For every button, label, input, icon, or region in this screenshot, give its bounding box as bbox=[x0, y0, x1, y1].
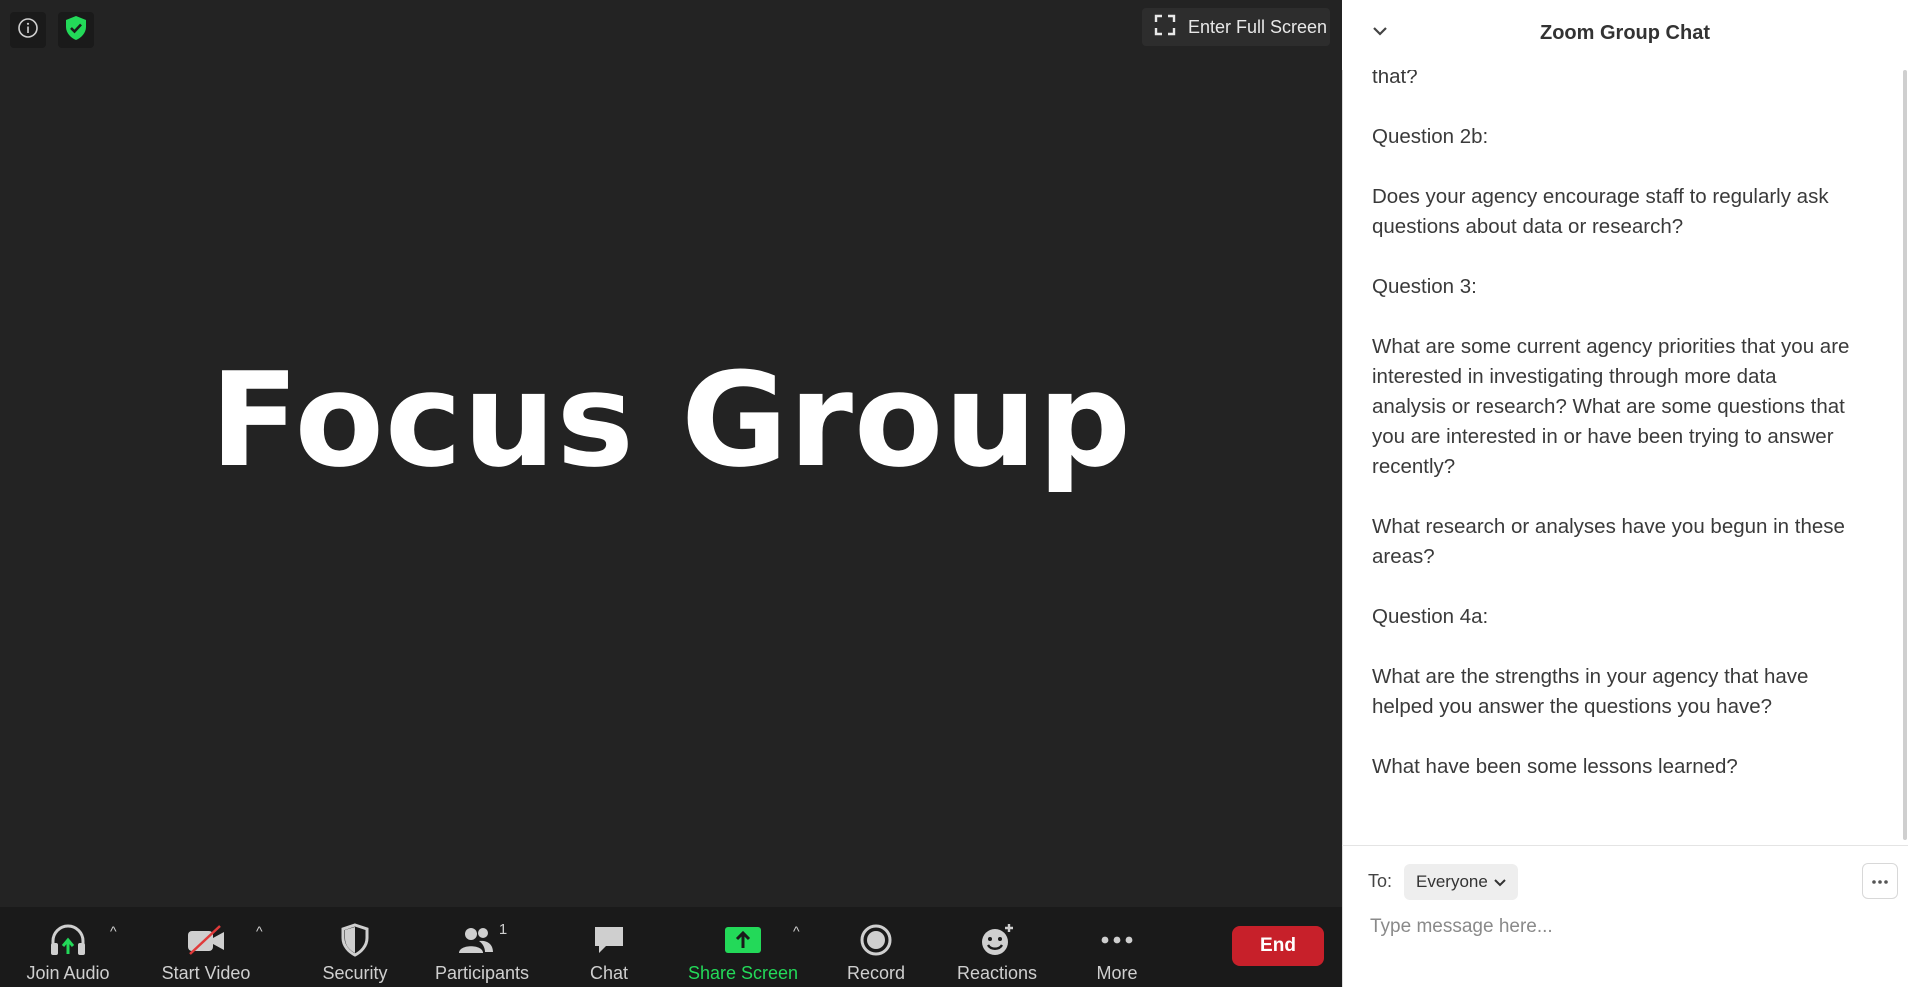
chat-more-options-button[interactable] bbox=[1862, 863, 1898, 899]
more-dots-icon bbox=[1100, 919, 1134, 961]
chat-message: Question 2b: bbox=[1372, 125, 1489, 148]
chat-bubble-icon bbox=[592, 919, 626, 961]
shared-content-title: Focus Group bbox=[210, 344, 1132, 496]
participants-label: Participants bbox=[434, 963, 530, 983]
reactions-button[interactable]: Reactions bbox=[952, 907, 1042, 987]
fullscreen-label: Enter Full Screen bbox=[1188, 16, 1328, 37]
video-options-caret-icon[interactable]: ^ bbox=[256, 923, 263, 939]
meeting-view: Enter Full Screen Focus Group bbox=[0, 0, 1342, 907]
participants-button[interactable]: 1 Participants bbox=[430, 907, 534, 987]
info-icon bbox=[17, 17, 39, 44]
chat-message: What research or analyses have you begun… bbox=[1372, 515, 1845, 568]
reactions-smiley-icon bbox=[979, 919, 1015, 961]
share-screen-label: Share Screen bbox=[687, 963, 799, 983]
record-icon bbox=[859, 919, 893, 961]
join-audio-button[interactable]: Join Audio bbox=[18, 907, 118, 987]
share-screen-button[interactable]: Share Screen bbox=[684, 907, 802, 987]
security-label: Security bbox=[322, 963, 388, 983]
chevron-down-icon bbox=[1494, 872, 1506, 892]
chat-messages: that? Question 2b: Does your agency enco… bbox=[1372, 62, 1852, 812]
join-audio-label: Join Audio bbox=[26, 963, 110, 983]
recipient-value: Everyone bbox=[1416, 872, 1488, 891]
start-video-button[interactable]: Start Video bbox=[156, 907, 256, 987]
chat-message: What have been some lessons learned? bbox=[1372, 755, 1738, 778]
chat-message: Does your agency encourage staff to regu… bbox=[1372, 185, 1829, 238]
fullscreen-icon bbox=[1154, 14, 1176, 41]
start-video-label: Start Video bbox=[161, 963, 251, 983]
chat-message-input[interactable] bbox=[1368, 910, 1882, 944]
record-button[interactable]: Record bbox=[840, 907, 912, 987]
chat-message: Question 4a: bbox=[1372, 605, 1489, 628]
record-label: Record bbox=[846, 963, 906, 983]
participants-icon: 1 bbox=[457, 919, 507, 961]
share-options-caret-icon[interactable]: ^ bbox=[793, 923, 800, 939]
security-shield-icon bbox=[340, 919, 370, 961]
ellipsis-icon bbox=[1871, 872, 1889, 890]
more-button[interactable]: More bbox=[1080, 907, 1154, 987]
enter-full-screen-button[interactable]: Enter Full Screen bbox=[1142, 8, 1330, 46]
chat-header: Zoom Group Chat bbox=[1342, 0, 1908, 60]
chat-message: What are some current agency priorities … bbox=[1372, 335, 1850, 478]
chat-panel: that? Question 2b: Does your agency enco… bbox=[1342, 0, 1908, 987]
chat-label: Chat bbox=[589, 963, 629, 983]
recipient-label: To: bbox=[1368, 871, 1393, 891]
more-label: More bbox=[1096, 963, 1138, 983]
chat-divider bbox=[1342, 845, 1908, 846]
chat-message: What are the strengths in your agency th… bbox=[1372, 665, 1809, 718]
security-button[interactable]: Security bbox=[310, 907, 400, 987]
audio-options-caret-icon[interactable]: ^ bbox=[110, 923, 117, 939]
meeting-info-button[interactable] bbox=[10, 12, 46, 48]
meeting-toolbar: Join Audio ^ Start Video ^ Security 1 Pa… bbox=[0, 907, 1342, 987]
share-screen-arrow-icon bbox=[724, 919, 762, 961]
headphones-icon bbox=[48, 919, 88, 961]
chat-scrollbar[interactable] bbox=[1903, 70, 1907, 840]
end-meeting-button[interactable]: End bbox=[1232, 926, 1324, 966]
participants-count: 1 bbox=[498, 921, 508, 938]
video-off-icon bbox=[186, 919, 226, 961]
encryption-shield-button[interactable] bbox=[58, 12, 94, 48]
shield-check-icon bbox=[64, 15, 88, 46]
recipient-select[interactable]: Everyone bbox=[1404, 864, 1518, 900]
reactions-label: Reactions bbox=[956, 963, 1038, 983]
chat-button[interactable]: Chat bbox=[574, 907, 644, 987]
chat-title: Zoom Group Chat bbox=[1540, 22, 1710, 44]
chat-message: Question 3: bbox=[1372, 275, 1477, 298]
